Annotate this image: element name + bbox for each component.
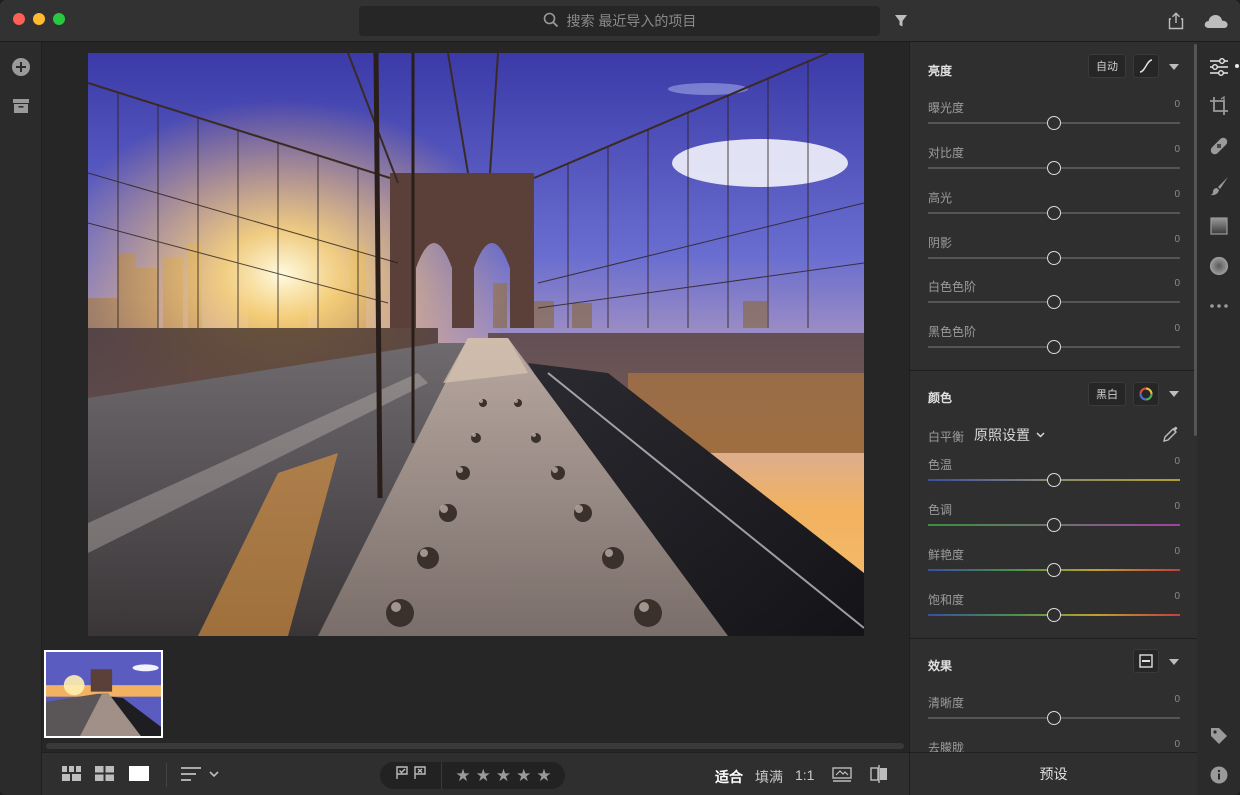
search-icon	[543, 12, 559, 31]
shadows-slider[interactable]: 阴影 0	[928, 234, 1180, 276]
radial-gradient-icon[interactable]	[1208, 255, 1230, 277]
slider-thumb[interactable]	[1047, 251, 1061, 265]
light-collapse-icon[interactable]	[1169, 64, 1179, 70]
presets-button[interactable]: 预设	[909, 752, 1197, 795]
brush-icon[interactable]	[1208, 175, 1230, 197]
star-rating: ★ ★ ★ ★ ★	[442, 766, 565, 786]
slider-thumb[interactable]	[1047, 518, 1061, 532]
zoom-window-button[interactable]	[53, 13, 65, 25]
tool-rail	[1197, 42, 1240, 795]
edit-panel: 亮度 自动 曝光度 0 对比度 0 高光 0 阴影 0 白色色阶 0 黑色色阶 …	[909, 42, 1197, 752]
chevron-down-icon	[1036, 432, 1045, 438]
slider-thumb[interactable]	[1047, 206, 1061, 220]
star-2[interactable]: ★	[476, 766, 491, 786]
saturation-slider[interactable]: 饱和度 0	[928, 591, 1180, 633]
slider-thumb[interactable]	[1047, 116, 1061, 130]
vignette-button[interactable]	[1133, 649, 1159, 673]
cloud-sync-icon[interactable]	[1202, 10, 1230, 32]
slider-thumb[interactable]	[1047, 340, 1061, 354]
archive-icon[interactable]	[10, 95, 32, 117]
section-divider	[910, 638, 1197, 639]
detail-view-icon[interactable]	[129, 766, 149, 781]
color-section-title: 颜色	[928, 391, 953, 405]
photo-preview[interactable]	[88, 53, 864, 636]
slider-thumb[interactable]	[1047, 711, 1061, 725]
share-icon[interactable]	[1165, 10, 1187, 32]
section-divider	[910, 370, 1197, 371]
white-balance-row: 白平衡 原照设置	[928, 425, 1180, 447]
effects-section-title: 效果	[928, 659, 953, 673]
photo-view	[42, 42, 909, 752]
add-icon[interactable]	[10, 56, 32, 78]
healing-icon[interactable]	[1208, 135, 1230, 157]
slider-thumb[interactable]	[1047, 161, 1061, 175]
filmstrip	[42, 648, 909, 752]
color-mixer-button[interactable]	[1133, 382, 1159, 406]
active-tool-indicator	[1235, 64, 1239, 68]
sort-icon[interactable]	[180, 766, 220, 782]
filmstrip-scrollbar[interactable]	[46, 743, 904, 749]
zoom-fill-button[interactable]: 填满	[755, 767, 783, 787]
highlights-slider[interactable]: 高光 0	[928, 189, 1180, 231]
pick-flag-icon[interactable]	[395, 766, 409, 785]
reject-flag-icon[interactable]	[413, 766, 427, 785]
star-3[interactable]: ★	[496, 766, 511, 786]
temperature-slider[interactable]: 色温 0	[928, 456, 1180, 498]
search-input[interactable]: 搜索 最近导入的项目	[359, 6, 880, 36]
color-collapse-icon[interactable]	[1169, 391, 1179, 397]
exposure-slider[interactable]: 曝光度 0	[928, 99, 1180, 141]
slider-thumb[interactable]	[1047, 563, 1061, 577]
crop-icon[interactable]	[1208, 95, 1230, 117]
filter-icon[interactable]	[890, 10, 912, 32]
slider-thumb[interactable]	[1047, 473, 1061, 487]
left-rail	[0, 42, 42, 795]
bottom-toolbar: ★ ★ ★ ★ ★ 适合 填满 1:1	[42, 752, 909, 795]
tag-icon[interactable]	[1208, 725, 1230, 747]
white-balance-dropdown[interactable]: 原照设置	[974, 425, 1045, 445]
tint-slider[interactable]: 色调 0	[928, 501, 1180, 543]
info-icon[interactable]	[1208, 764, 1230, 786]
star-4[interactable]: ★	[516, 766, 531, 786]
toolbar-divider	[166, 763, 167, 787]
tone-curve-button[interactable]	[1133, 54, 1159, 78]
color-wheel-icon	[1139, 387, 1153, 401]
vibrance-slider[interactable]: 鲜艳度 0	[928, 546, 1180, 588]
linear-gradient-icon[interactable]	[1208, 215, 1230, 237]
slider-thumb[interactable]	[1047, 295, 1061, 309]
rating-bar: ★ ★ ★ ★ ★	[380, 762, 565, 789]
flag-group	[380, 762, 442, 789]
dehaze-slider[interactable]: 去朦胧 0	[928, 739, 1180, 752]
zoom-fit-button[interactable]: 适合	[715, 767, 743, 787]
minimize-window-button[interactable]	[33, 13, 45, 25]
edit-sliders-icon[interactable]	[1208, 56, 1230, 78]
clarity-slider[interactable]: 清晰度 0	[928, 694, 1180, 736]
star-5[interactable]: ★	[536, 766, 551, 786]
contrast-slider[interactable]: 对比度 0	[928, 144, 1180, 186]
title-bar: 搜索 最近导入的项目	[0, 0, 1240, 42]
eyedropper-icon[interactable]	[1162, 425, 1180, 448]
auto-button[interactable]: 自动	[1088, 54, 1126, 78]
blacks-slider[interactable]: 黑色色阶 0	[928, 323, 1180, 365]
light-section-title: 亮度	[928, 64, 953, 78]
search-placeholder: 搜索 最近导入的项目	[566, 13, 697, 29]
zoom-1to1-button[interactable]: 1:1	[795, 767, 814, 783]
more-icon[interactable]	[1208, 295, 1230, 317]
tone-curve-icon	[1139, 59, 1153, 73]
star-1[interactable]: ★	[455, 766, 470, 786]
square-grid-view-icon[interactable]	[62, 766, 81, 781]
whites-slider[interactable]: 白色色阶 0	[928, 278, 1180, 320]
grid-view-icon[interactable]	[95, 766, 114, 781]
photo-thumbnail[interactable]	[44, 650, 163, 738]
close-window-button[interactable]	[13, 13, 25, 25]
effects-collapse-icon[interactable]	[1169, 659, 1179, 665]
compare-icon[interactable]	[832, 767, 852, 782]
white-balance-label: 白平衡	[928, 430, 965, 444]
black-white-button[interactable]: 黑白	[1088, 382, 1126, 406]
before-after-icon[interactable]	[869, 765, 889, 783]
slider-thumb[interactable]	[1047, 608, 1061, 622]
app-window: 搜索 最近导入的项目 ★ ★ ★ ★ ★ 适合 填满 1:1 亮度 自动 曝光度…	[0, 0, 1240, 795]
vignette-icon	[1139, 654, 1153, 668]
